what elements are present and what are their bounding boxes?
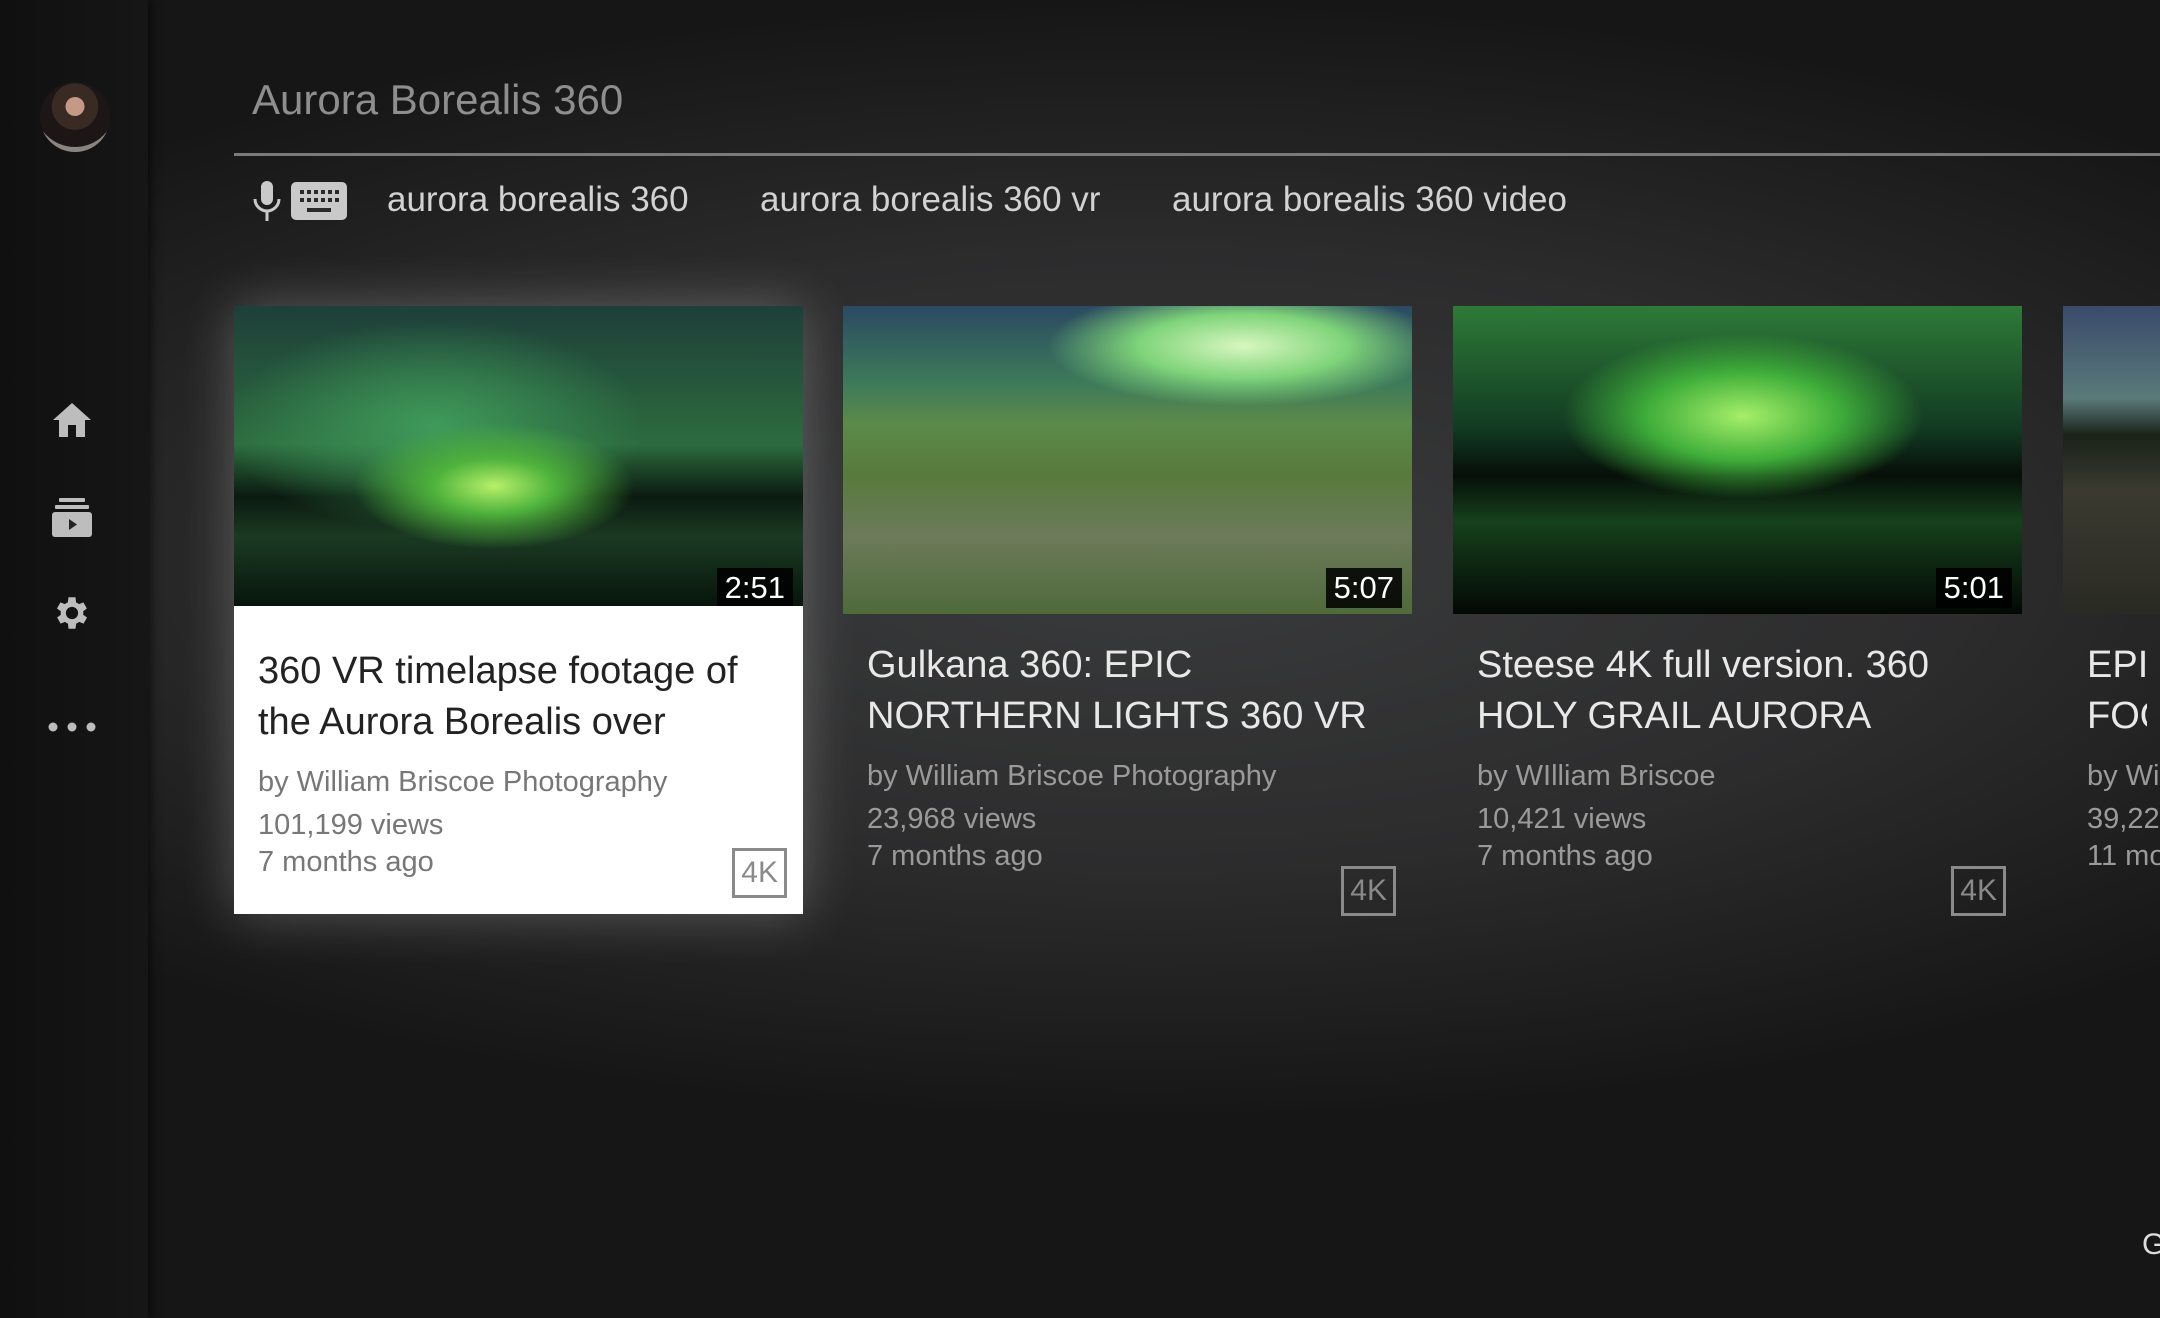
video-title: Steese 4K full version. 360 HOLY GRAIL A… <box>1477 644 1930 737</box>
library-icon[interactable] <box>44 493 100 541</box>
video-title: Gulkana 360: EPIC NORTHERN LIGHTS 360 VR <box>867 644 1367 737</box>
sidebar <box>0 0 148 1318</box>
4k-badge: 4K <box>732 848 787 898</box>
search-underline <box>234 153 2160 156</box>
upload-age: 7 months ago <box>258 846 434 878</box>
corner-label: G <box>2142 1228 2160 1261</box>
view-count: 39,22 <box>2087 803 2160 835</box>
video-thumbnail: 2:51 <box>234 306 803 614</box>
view-count: 101,199 views <box>258 809 444 841</box>
youtube-tv-search-screen: Aurora Borealis 360 aurora borealis 360 … <box>0 0 2160 1318</box>
channel-name: by William Briscoe Photography <box>867 760 1277 792</box>
duration-badge: 2:51 <box>716 568 793 608</box>
video-title: EPIC FOO <box>2087 644 2147 737</box>
video-thumbnail: 5:07 <box>843 306 1412 614</box>
suggestion-chip[interactable]: aurora borealis 360 video <box>1172 180 1567 220</box>
gear-icon[interactable] <box>44 589 100 637</box>
video-info: Steese 4K full version. 360 HOLY GRAIL A… <box>1453 614 2022 922</box>
upload-age: 7 months ago <box>867 840 1043 872</box>
more-dots-icon[interactable] <box>44 703 100 751</box>
channel-name: by William Briscoe Photography <box>258 766 668 798</box>
avatar[interactable] <box>40 82 110 152</box>
upload-age: 7 months ago <box>1477 840 1653 872</box>
search-query[interactable]: Aurora Borealis 360 <box>252 76 623 124</box>
video-thumbnail: 5:01 <box>1453 306 2022 614</box>
view-count: 23,968 views <box>867 803 1037 835</box>
video-thumbnail <box>2063 306 2160 614</box>
suggestion-chip[interactable]: aurora borealis 360 vr <box>760 180 1100 220</box>
video-card[interactable]: EPIC FOO by Wi 39,22 11 mo <box>2063 306 2160 922</box>
duration-badge: 5:01 <box>1935 568 2012 608</box>
suggestion-chip[interactable]: aurora borealis 360 <box>387 180 689 220</box>
4k-badge: 4K <box>1951 866 2006 916</box>
4k-badge: 4K <box>1341 866 1396 916</box>
video-card[interactable]: 2:51 360 VR timelapse footage of the Aur… <box>234 306 803 914</box>
video-card[interactable]: 5:01 Steese 4K full version. 360 HOLY GR… <box>1453 306 2022 922</box>
view-count: 10,421 views <box>1477 803 1647 835</box>
home-icon[interactable] <box>44 396 100 444</box>
channel-name: by Wi <box>2087 760 2160 792</box>
video-info: 360 VR timelapse footage of the Aurora B… <box>234 606 803 914</box>
microphone-icon[interactable] <box>252 180 282 227</box>
channel-name: by WIlliam Briscoe <box>1477 760 1716 792</box>
video-info: Gulkana 360: EPIC NORTHERN LIGHTS 360 VR… <box>843 614 1412 922</box>
video-title: 360 VR timelapse footage of the Aurora B… <box>258 650 738 743</box>
video-info: EPIC FOO by Wi 39,22 11 mo <box>2063 614 2160 922</box>
upload-age: 11 mo <box>2087 840 2160 872</box>
keyboard-icon[interactable] <box>291 182 347 220</box>
duration-badge: 5:07 <box>1325 568 1402 608</box>
video-card[interactable]: 5:07 Gulkana 360: EPIC NORTHERN LIGHTS 3… <box>843 306 1412 922</box>
